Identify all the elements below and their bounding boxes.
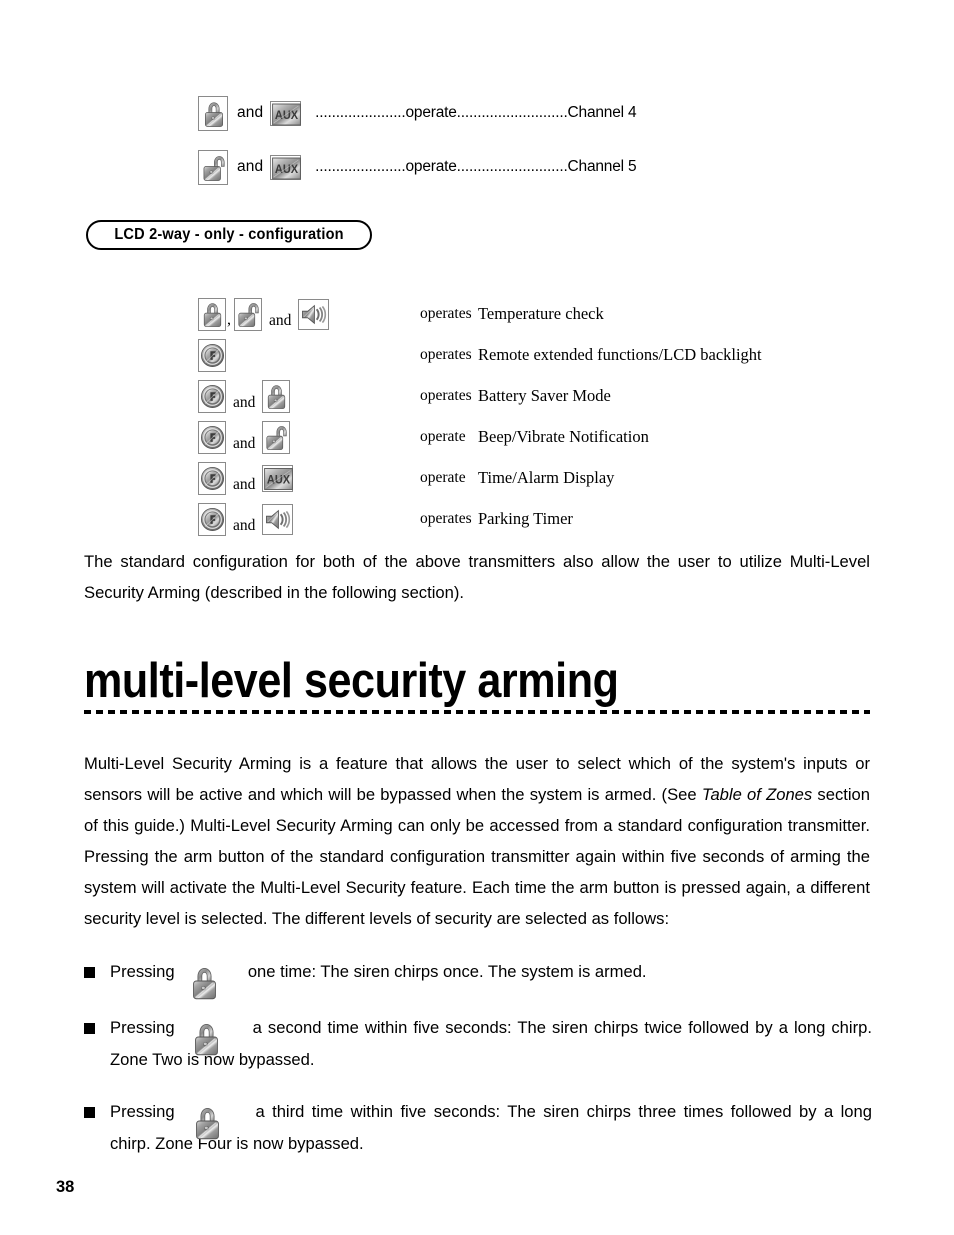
aux-icon — [262, 465, 294, 492]
f-circle-icon — [198, 380, 226, 413]
row-icons: , and — [198, 294, 330, 335]
channel-row: and ......................operate.......… — [198, 93, 637, 133]
document-page: and ......................operate.......… — [0, 0, 954, 1235]
row-verb: operates — [420, 346, 472, 363]
speaker-icon — [262, 504, 294, 535]
channel-dots-label: ......................operate...........… — [315, 104, 637, 121]
table-row: , and operates Temperature check — [198, 294, 898, 335]
f-circle-icon — [198, 339, 226, 372]
page-title-text: multi-level security arming — [84, 654, 619, 708]
row-verb: operate — [420, 469, 466, 486]
row-icons: and — [198, 458, 294, 499]
row-description: Time/Alarm Display — [478, 468, 615, 487]
bullet-square-icon — [84, 1107, 95, 1118]
f-circle-icon — [198, 462, 226, 495]
row-description: Temperature check — [478, 304, 604, 323]
section-header-pill: LCD 2-way - only - configuration — [86, 220, 373, 250]
row-icons: and — [198, 417, 291, 458]
heading-divider — [84, 710, 870, 714]
unlock-icon — [198, 149, 228, 185]
list-item-text: Pressing a third time within five second… — [110, 1098, 872, 1158]
unlock-icon — [234, 298, 262, 331]
speaker-icon — [298, 299, 330, 330]
list-item-text: Pressing one time: The siren chirps once… — [110, 958, 870, 990]
table-row: and operates Parking Timer — [198, 499, 898, 540]
lock-icon — [262, 380, 291, 413]
list-item-body: a third time within five seconds: The si… — [110, 1102, 872, 1153]
list-item: Pressing a second time within five secon… — [84, 1014, 872, 1074]
f-circle-icon — [198, 503, 226, 536]
and-label: and — [233, 517, 256, 534]
row-verb: operate — [420, 428, 466, 445]
row-verb: operates — [420, 387, 472, 404]
page-number: 38 — [56, 1178, 75, 1196]
channel-row: and ......................operate.......… — [198, 147, 637, 187]
row-icons: and — [198, 499, 294, 540]
list-item-lead: Pressing — [110, 1018, 175, 1037]
list-item-body: a second time within five seconds: The s… — [110, 1018, 872, 1069]
list-item-text: Pressing a second time within five secon… — [110, 1014, 872, 1074]
table-row: operates Remote extended functions/LCD b… — [198, 335, 898, 376]
and-label: and — [237, 158, 264, 175]
row-description: Remote extended functions/LCD backlight — [478, 345, 762, 364]
and-label: and — [237, 104, 264, 121]
row-icons — [198, 335, 226, 376]
lock-icon — [198, 95, 228, 131]
row-icons: and — [198, 376, 291, 417]
aux-icon — [270, 100, 302, 126]
and-label: and — [233, 394, 256, 411]
table-row: and operate Time/Alarm Display — [198, 458, 898, 499]
row-description: Battery Saver Mode — [478, 386, 611, 405]
row-verb: operates — [420, 510, 472, 527]
function-table: , and operates Temperature check operate… — [198, 294, 898, 540]
intro-paragraph: The standard configuration for both of t… — [84, 552, 870, 602]
main-paragraph: Multi-Level Security Arming is a feature… — [84, 748, 870, 934]
and-label: and — [269, 312, 292, 329]
unlock-icon — [262, 421, 291, 454]
list-item-lead: Pressing — [110, 962, 175, 981]
main-paragraph-part2: section of this guide.) Multi-Level Secu… — [84, 785, 871, 928]
main-paragraph-italic: Table of Zones — [701, 785, 813, 804]
bullet-square-icon — [84, 967, 95, 978]
table-row: and operates Battery Saver Mode — [198, 376, 898, 417]
aux-icon — [270, 154, 302, 180]
table-row: and operate Beep/Vibrate Notification — [198, 417, 898, 458]
section-header-label: LCD 2-way - only - configuration — [114, 226, 344, 243]
list-item-body: one time: The siren chirps once. The sys… — [247, 962, 647, 981]
and-label: and — [233, 476, 256, 493]
channel-dots-label: ......................operate...........… — [315, 158, 637, 175]
and-label: and — [233, 435, 256, 452]
bullet-square-icon — [84, 1023, 95, 1034]
row-description: Beep/Vibrate Notification — [478, 427, 649, 446]
lock-icon — [198, 298, 226, 331]
page-title: multi-level security arming — [84, 655, 870, 707]
list-item: Pressing a third time within five second… — [84, 1098, 872, 1158]
list-item-lead: Pressing — [110, 1102, 175, 1121]
row-description: Parking Timer — [478, 509, 573, 528]
row-verb: operates — [420, 305, 472, 322]
f-circle-icon — [198, 421, 226, 454]
icon-separator: , — [227, 311, 231, 328]
list-item: Pressing one time: The siren chirps once… — [84, 958, 870, 990]
